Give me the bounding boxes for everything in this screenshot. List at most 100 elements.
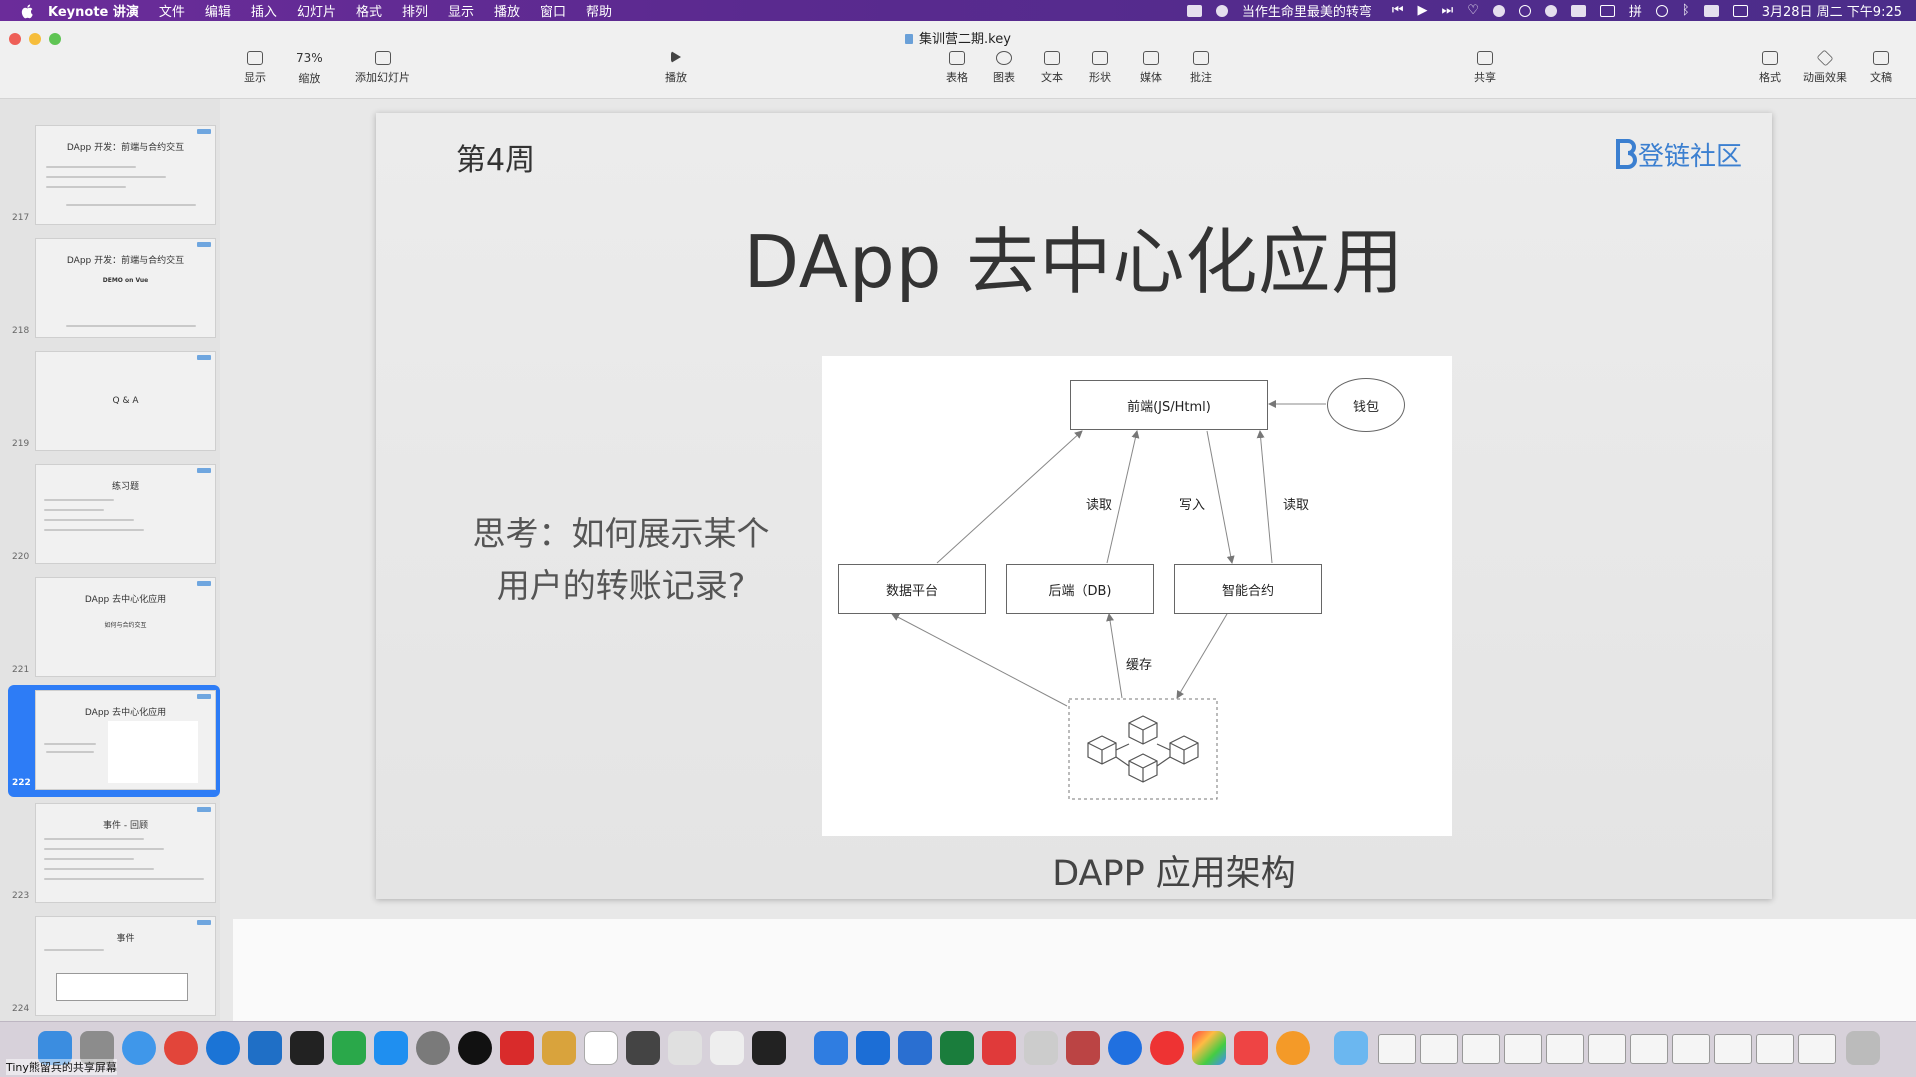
wechat-icon[interactable] [332,1031,366,1065]
status-icon-1[interactable] [1492,4,1505,17]
typora-icon[interactable] [584,1031,618,1065]
minimized-window[interactable] [1546,1034,1584,1064]
menu-app-name[interactable]: Keynote 讲演 [48,1,139,20]
minimized-window[interactable] [1588,1034,1626,1064]
zoom-button[interactable]: 73% 缩放 [296,51,323,86]
now-playing-text[interactable]: 当作生命里最美的转弯 [1242,1,1372,20]
apple-icon[interactable] [20,3,36,19]
menu-file[interactable]: 文件 [159,1,185,20]
minimized-window[interactable] [1378,1034,1416,1064]
menu-play[interactable]: 播放 [494,1,520,20]
document-button[interactable]: 文稿 [1870,51,1892,85]
feishu-icon[interactable] [856,1031,890,1065]
app-store-icon[interactable] [374,1031,408,1065]
settings-icon[interactable] [416,1031,450,1065]
downloads-folder-icon[interactable] [1334,1031,1368,1065]
minimized-window[interactable] [1504,1034,1542,1064]
minimized-window[interactable] [1462,1034,1500,1064]
chrome-icon[interactable] [164,1031,198,1065]
minimized-window[interactable] [1630,1034,1668,1064]
frontend-node[interactable]: 前端(JS/Html) [1070,380,1268,430]
next-track-icon[interactable]: ⏭ [1442,3,1454,18]
table-button[interactable]: 表格 [946,51,968,85]
wps-icon[interactable] [982,1031,1016,1065]
menu-format[interactable]: 格式 [356,1,382,20]
status-icon-2[interactable] [1518,4,1531,17]
maps-icon[interactable] [1108,1031,1142,1065]
slide-caption[interactable]: DAPP 应用架构 [576,845,1772,896]
app-icon-hex[interactable] [752,1031,786,1065]
trash-icon[interactable] [1846,1031,1880,1065]
text-label: 文本 [1041,71,1063,84]
control-center-icon[interactable] [1732,4,1748,17]
slide-navigator[interactable]: DApp 开发：前端与合约交互 217 DApp 开发：前端与合约交互 DEMO… [0,99,220,1021]
sublime-icon[interactable] [1276,1031,1310,1065]
input-method-icon[interactable]: 拼 [1629,1,1642,20]
notes-app-icon[interactable] [710,1031,744,1065]
backend-node[interactable]: 后端（DB) [1006,564,1154,614]
cloud-icon[interactable] [1186,4,1202,17]
smart-contract-node[interactable]: 智能合约 [1174,564,1322,614]
question-text[interactable]: 思考：如何展示某个 用户的转账记录? [431,508,811,612]
edge-icon[interactable] [206,1031,240,1065]
dictionary-icon[interactable] [1066,1031,1100,1065]
clock[interactable]: 3月28日 周二 下午9:25 [1762,1,1902,20]
view-button[interactable]: 显示 [244,51,266,85]
animate-button[interactable]: 动画效果 [1803,49,1847,85]
youdao-icon[interactable] [500,1031,534,1065]
safari-icon[interactable] [122,1031,156,1065]
preview-icon[interactable] [1024,1031,1058,1065]
share-button[interactable]: 共享 [1474,51,1496,85]
heart-icon[interactable]: ♡ [1467,3,1479,18]
menu-slide[interactable]: 幻灯片 [297,1,336,20]
text-button[interactable]: 文本 [1041,51,1063,85]
comment-button[interactable]: 批注 [1190,51,1212,85]
previous-track-icon[interactable]: ⏮ [1392,3,1404,18]
excel-icon[interactable] [940,1031,974,1065]
media-button[interactable]: 媒体 [1140,51,1162,85]
battery-icon[interactable] [1703,4,1719,17]
keynote-icon[interactable] [814,1031,848,1065]
minimized-window[interactable] [1420,1034,1458,1064]
wallet-node[interactable]: 钱包 [1327,378,1405,432]
menu-edit[interactable]: 编辑 [205,1,231,20]
menu-arrange[interactable]: 排列 [402,1,428,20]
question-line-2: 用户的转账记录? [496,566,746,605]
chart-button[interactable]: 图表 [993,51,1015,85]
week-label[interactable]: 第4周 [456,135,535,179]
calculator-icon[interactable] [626,1031,660,1065]
current-slide[interactable]: 第4周 登链社区 DApp 去中心化应用 思考：如何展示某个 用户的转账记录? [376,113,1772,899]
colorful-app-icon[interactable] [1192,1031,1226,1065]
time-machine-icon[interactable] [1655,4,1668,17]
canvas-empty-area[interactable] [233,919,1916,1021]
play-button[interactable]: 播放 [665,51,687,85]
status-icon-3[interactable] [1544,4,1557,17]
menu-window[interactable]: 窗口 [540,1,566,20]
minimized-window[interactable] [1714,1034,1752,1064]
xcode-icon[interactable] [898,1031,932,1065]
minimized-window[interactable] [1672,1034,1710,1064]
minimized-window[interactable] [1798,1034,1836,1064]
coins-app-icon[interactable] [542,1031,576,1065]
grid-icon[interactable] [1570,4,1586,17]
music-app-icon[interactable] [1215,4,1228,17]
bluetooth-icon[interactable]: ᛒ [1682,3,1690,18]
slide-title[interactable]: DApp 去中心化应用 [376,203,1772,308]
qq-icon[interactable] [458,1031,492,1065]
vscode-icon[interactable] [248,1031,282,1065]
format-button[interactable]: 格式 [1759,51,1781,85]
shape-button[interactable]: 形状 [1089,51,1111,85]
tableplus-icon[interactable] [668,1031,702,1065]
add-slide-button[interactable]: 添加幻灯片 [355,51,410,85]
menu-help[interactable]: 帮助 [586,1,612,20]
menu-insert[interactable]: 插入 [251,1,277,20]
play-icon[interactable]: ▶ [1418,3,1428,18]
menu-view[interactable]: 显示 [448,1,474,20]
minimized-window[interactable] [1756,1034,1794,1064]
terminal-icon[interactable] [290,1031,324,1065]
architecture-diagram[interactable]: 前端(JS/Html) 钱包 数据平台 后端（DB) 智能合约 读取 写入 读取… [822,356,1452,836]
search-status-icon[interactable] [1599,4,1615,17]
netease-music-icon[interactable] [1150,1031,1184,1065]
tools-icon[interactable] [1234,1031,1268,1065]
data-platform-node[interactable]: 数据平台 [838,564,986,614]
